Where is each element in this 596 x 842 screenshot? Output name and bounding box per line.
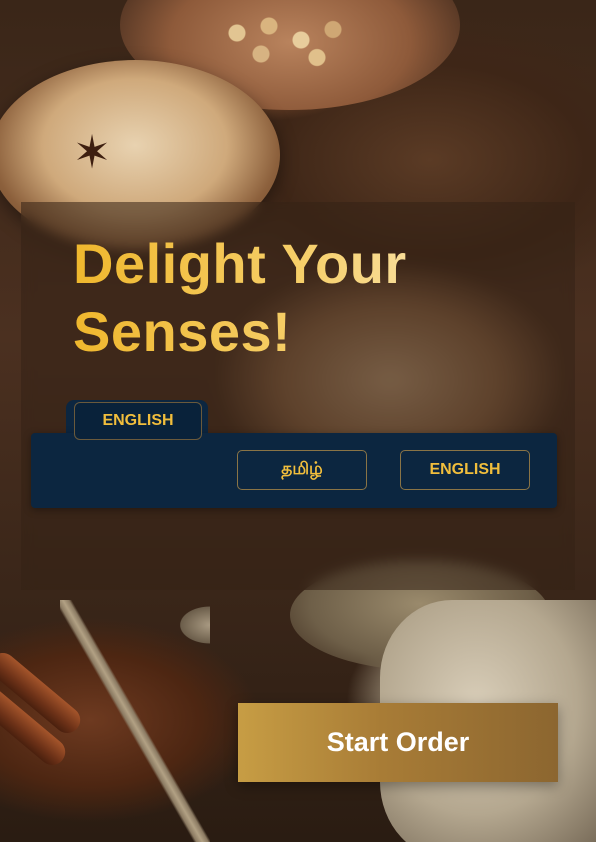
language-option-tamil[interactable]: தமிழ்: [237, 450, 367, 490]
hero-panel: Delight Your Senses!: [21, 202, 575, 590]
headline-line-2: Senses!: [73, 300, 292, 363]
language-option-english[interactable]: ENGLISH: [400, 450, 530, 490]
headline-line-1: Delight Your: [73, 232, 407, 295]
star-anise-icon: ✶: [72, 126, 112, 178]
start-order-button[interactable]: Start Order: [238, 703, 558, 782]
background-spoon: [60, 600, 210, 842]
language-tab-english-button[interactable]: ENGLISH: [74, 402, 202, 440]
background-nuts: [205, 5, 365, 75]
hero-headline: Delight Your Senses!: [73, 230, 493, 366]
app-screen: ✶ Delight Your Senses! ENGLISH தமிழ் ENG…: [0, 0, 596, 842]
